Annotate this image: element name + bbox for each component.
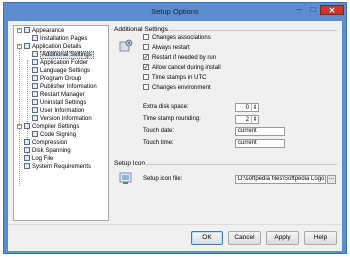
extra-disk-space-spinner[interactable]: 0 ▲ ▼ bbox=[235, 103, 259, 112]
tree-connector bbox=[19, 44, 20, 186]
close-button[interactable]: ✕ bbox=[320, 5, 344, 15]
system-icon bbox=[24, 163, 30, 169]
additional-settings-heading: Additional Settings bbox=[114, 26, 168, 33]
checkbox-box-checked bbox=[143, 53, 149, 61]
browse-button[interactable]: ... bbox=[327, 175, 336, 184]
dialog-client-area: − Appearance Installation Pages − Applic… bbox=[8, 21, 342, 251]
expand-toggle-appearance[interactable]: − bbox=[17, 28, 22, 33]
restart-if-needed-checkbox[interactable]: Restart if needed by run bbox=[143, 53, 216, 62]
compression-icon bbox=[24, 139, 30, 145]
section-divider bbox=[169, 30, 337, 31]
touch-time-label: Touch time: bbox=[143, 140, 174, 146]
tree-item-compression[interactable]: Compression bbox=[24, 139, 67, 147]
help-button[interactable]: Help bbox=[304, 231, 337, 245]
application-icon bbox=[24, 43, 30, 49]
setup-icon-image bbox=[119, 172, 132, 184]
tree-item-application-folder[interactable]: Application Folder bbox=[32, 59, 88, 67]
apply-button[interactable]: Apply bbox=[266, 231, 299, 245]
spinner-arrows-icon[interactable]: ▲ ▼ bbox=[251, 104, 258, 111]
always-restart-checkbox[interactable]: Always restart bbox=[143, 44, 190, 52]
checkbox-box bbox=[143, 44, 149, 50]
checkbox-box bbox=[143, 84, 149, 90]
timestamp-rounding-spinner[interactable]: 2 ▲ ▼ bbox=[235, 115, 259, 124]
expand-toggle-application-details[interactable]: − bbox=[17, 44, 22, 49]
restart-icon bbox=[32, 91, 38, 97]
tree-item-uninstall-settings[interactable]: Uninstall Settings bbox=[32, 99, 86, 107]
maximize-button[interactable]: □ bbox=[306, 5, 320, 15]
tree-item-program-group[interactable]: Program Group bbox=[32, 75, 81, 83]
tree-item-log-file[interactable]: Log File bbox=[24, 155, 53, 163]
tree-item-additional-settings[interactable]: Additional Settings bbox=[32, 51, 94, 59]
tree-item-code-signing[interactable]: Code Signing bbox=[32, 131, 76, 139]
timestamp-rounding-label: Time stamp rounding: bbox=[143, 116, 201, 122]
changes-associations-checkbox[interactable]: Changes associations bbox=[143, 34, 211, 42]
tree-item-disk-spanning[interactable]: Disk Spanning bbox=[24, 147, 71, 155]
touch-date-label: Touch date: bbox=[143, 128, 175, 134]
language-icon bbox=[32, 67, 38, 73]
setup-icon-file-input[interactable]: D:\softpedia files\Softpedia Logo.ico bbox=[235, 175, 326, 184]
changes-environment-checkbox[interactable]: Changes environment bbox=[143, 84, 211, 92]
checkbox-box bbox=[143, 74, 149, 80]
disk-icon bbox=[24, 147, 30, 153]
tree-item-compiler-settings[interactable]: Compiler Settings bbox=[24, 123, 79, 131]
options-tree[interactable]: − Appearance Installation Pages − Applic… bbox=[13, 25, 109, 221]
settings-icon bbox=[32, 51, 38, 57]
tree-item-installation-pages[interactable]: Installation Pages bbox=[32, 35, 87, 43]
setup-options-window: Setup Options – □ ✕ − Appearance Install… bbox=[3, 2, 347, 254]
extra-disk-space-label: Extra disk space: bbox=[143, 104, 189, 110]
time-stamps-utc-checkbox[interactable]: Time stamps in UTC bbox=[143, 74, 206, 82]
appearance-icon bbox=[24, 27, 30, 33]
expand-toggle-compiler-settings[interactable]: − bbox=[17, 124, 22, 129]
cancel-button[interactable]: Cancel bbox=[228, 231, 261, 245]
section-divider bbox=[141, 164, 337, 165]
uninstall-icon bbox=[32, 99, 38, 105]
tree-item-publisher-information[interactable]: Publisher Information bbox=[32, 83, 97, 91]
user-icon bbox=[32, 107, 38, 113]
tree-item-application-details[interactable]: Application Details bbox=[24, 43, 81, 51]
log-icon bbox=[24, 155, 30, 161]
allow-cancel-checkbox[interactable]: Allow cancel during install bbox=[143, 63, 221, 72]
publisher-icon bbox=[32, 83, 38, 89]
signing-icon bbox=[32, 131, 38, 137]
button-bar-divider bbox=[8, 224, 342, 225]
page-icon bbox=[32, 35, 38, 41]
tree-item-appearance[interactable]: Appearance bbox=[24, 27, 64, 35]
program-group-icon bbox=[32, 75, 38, 81]
settings-icon bbox=[119, 39, 133, 52]
touch-time-input[interactable]: current bbox=[235, 139, 285, 148]
ok-button[interactable]: OK bbox=[191, 231, 223, 245]
minimize-button[interactable]: – bbox=[292, 5, 306, 15]
setup-icon-file-label: Setup icon file: bbox=[143, 176, 183, 182]
tree-item-restart-manager[interactable]: Restart Manager bbox=[32, 91, 85, 99]
checkbox-box bbox=[143, 34, 149, 40]
spinner-arrows-icon[interactable]: ▲ ▼ bbox=[251, 116, 258, 123]
tree-item-version-information[interactable]: Version Information bbox=[32, 115, 92, 123]
checkbox-box-checked bbox=[143, 63, 149, 71]
tree-item-system-requirements[interactable]: System Requirements bbox=[24, 163, 91, 171]
folder-icon bbox=[32, 59, 38, 65]
compiler-icon bbox=[24, 123, 30, 129]
tree-item-user-information[interactable]: User Information bbox=[32, 107, 84, 115]
tree-item-language-settings[interactable]: Language Settings bbox=[32, 67, 90, 75]
touch-date-input[interactable]: current bbox=[235, 127, 285, 136]
settings-panel: Additional Settings Changes associations… bbox=[113, 21, 339, 221]
title-bar[interactable]: Setup Options – □ ✕ bbox=[4, 3, 346, 21]
version-icon bbox=[32, 115, 38, 121]
